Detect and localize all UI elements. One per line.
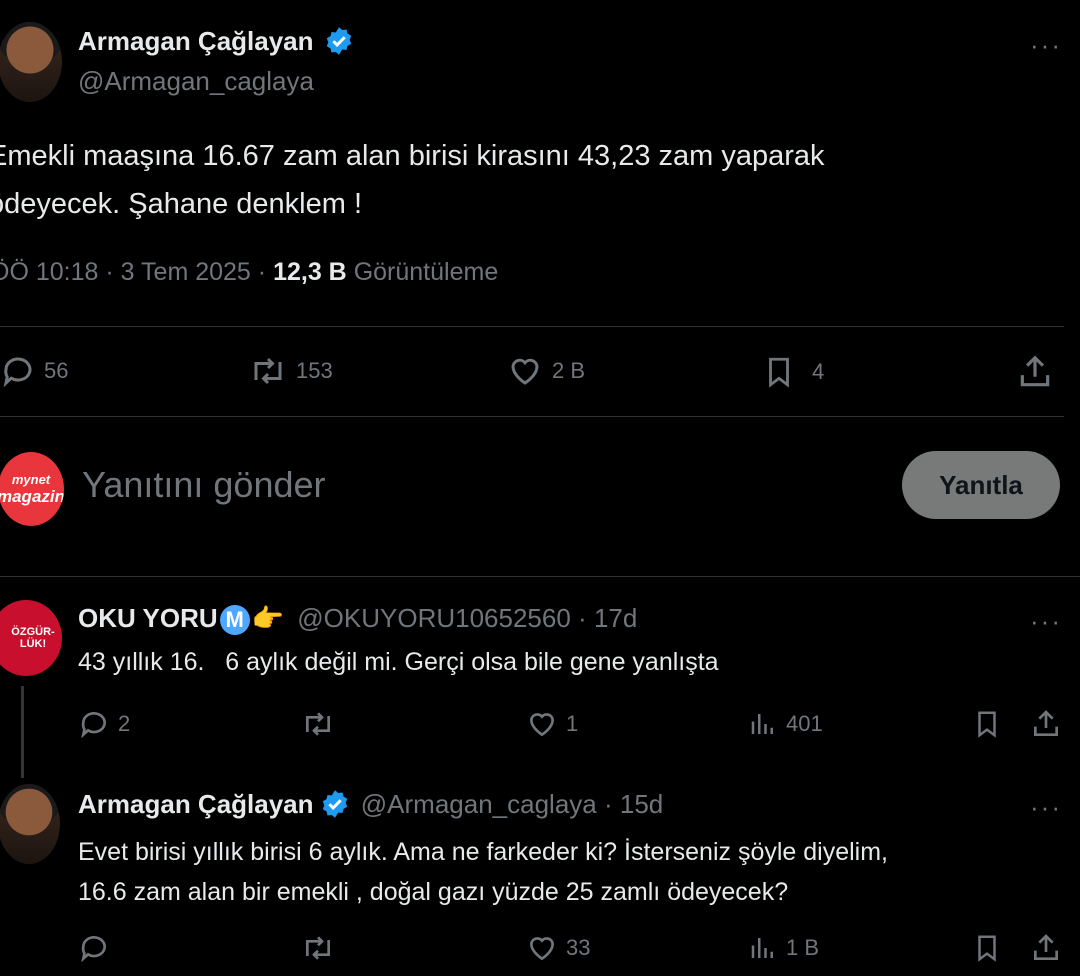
avatar-logo-text: mynet: [11, 471, 51, 487]
reply-header: Armagan Çağlayan @Armagan_caglaya · 15d: [78, 789, 663, 820]
more-options-icon[interactable]: ···: [1030, 606, 1062, 637]
share-icon: [1020, 355, 1050, 387]
views-label: Görüntüleme: [353, 258, 499, 286]
author-name-row: Armagan Çağlayan: [78, 26, 354, 57]
like-action[interactable]: 33: [526, 932, 590, 964]
tweet-text-line: ödeyecek. Şahane denklem !: [0, 188, 363, 220]
share-action[interactable]: [1030, 708, 1062, 740]
share-icon: [1034, 934, 1058, 960]
heart-icon: [511, 358, 539, 385]
reply-header: OKU YORU M 👉 @OKUYORU10652560 · 17d: [78, 603, 637, 635]
divider: [0, 416, 1064, 417]
views-count: 401: [786, 711, 823, 736]
divider: [0, 326, 1064, 327]
like-action[interactable]: 1: [526, 708, 578, 740]
bookmark-icon: [769, 357, 789, 388]
reply-author-name[interactable]: Armagan Çağlayan: [78, 789, 314, 819]
reply-avatar[interactable]: [0, 784, 60, 864]
like-count: 2 B: [552, 358, 586, 383]
reply-text-line: 16.6 zam alan bir emekli , doğal gazı yü…: [78, 878, 789, 906]
avatar-logo-text: magazin: [0, 486, 64, 506]
repost-action[interactable]: [300, 708, 336, 740]
views-action[interactable]: 1 B: [748, 932, 819, 964]
repost-action[interactable]: 153: [248, 353, 333, 389]
reply-age[interactable]: 17d: [594, 603, 637, 633]
reply-handle[interactable]: @Armagan_caglaya: [361, 789, 597, 819]
reply-text: Evet birisi yıllık birisi 6 aylık. Ama n…: [78, 832, 888, 912]
reply-author-name[interactable]: OKU YORU: [78, 603, 218, 633]
reply-icon: [81, 712, 106, 739]
views-action[interactable]: 401: [748, 708, 823, 740]
m-badge-icon: M: [219, 605, 250, 635]
views-count: 12,3 B: [273, 258, 347, 286]
reply-text-line: Evet birisi yıllık birisi 6 aylık. Ama n…: [78, 838, 888, 866]
separator: ·: [105, 258, 114, 286]
bookmark-icon: [978, 935, 996, 962]
repost-icon: [306, 712, 330, 736]
reply-icon: [3, 357, 32, 388]
reply-count: 56: [44, 358, 69, 383]
avatar-logo-text: ÖZGÜR-LÜK!: [11, 626, 55, 650]
bookmark-action[interactable]: [972, 708, 1002, 740]
views-count: 1 B: [786, 935, 820, 960]
repost-icon: [306, 936, 330, 960]
divider: [0, 576, 1080, 577]
heart-icon: [529, 713, 555, 737]
tweet-time[interactable]: ÖÖ 10:18: [0, 258, 98, 286]
author-name[interactable]: Armagan Çağlayan: [78, 26, 314, 56]
tweet-text-line: Emekli maaşına 16.67 zam alan birisi kir…: [0, 140, 825, 172]
author-handle[interactable]: @Armagan_caglaya: [78, 66, 314, 97]
like-count: 33: [566, 935, 591, 960]
like-count: 1: [566, 711, 579, 736]
views-icon: [751, 938, 773, 958]
reply-icon: [81, 936, 106, 963]
reply-text: 43 yıllık 16. 6 aylık değil mi. Gerçi ol…: [78, 648, 719, 676]
separator: ·: [578, 603, 587, 633]
tweet-text: Emekli maaşına 16.67 zam alan birisi kir…: [0, 132, 825, 228]
compose-input[interactable]: Yanıtını gönder: [82, 464, 326, 506]
reply-avatar[interactable]: ÖZGÜR-LÜK!: [0, 600, 62, 676]
reply-button[interactable]: Yanıtla: [902, 451, 1060, 519]
bookmark-action[interactable]: 4: [762, 353, 824, 391]
verified-icon: [322, 790, 347, 818]
tweet-date[interactable]: 3 Tem 2025: [121, 258, 251, 286]
share-icon: [1034, 710, 1058, 736]
heart-icon: [529, 937, 555, 961]
verified-icon: [326, 27, 352, 55]
separator: ·: [603, 789, 613, 819]
reply-action[interactable]: 2: [78, 708, 130, 740]
reply-age[interactable]: 15d: [620, 789, 663, 819]
more-options-icon[interactable]: ···: [1030, 792, 1062, 823]
repost-count: 153: [296, 358, 333, 383]
tweet-meta: ÖÖ 10:18 · 3 Tem 2025 · 12,3 B Görüntüle…: [0, 258, 498, 287]
reply-action[interactable]: [78, 932, 110, 964]
thread-line: [21, 686, 24, 778]
views-icon: [751, 714, 773, 734]
bookmark-action[interactable]: [972, 932, 1002, 964]
more-options-icon[interactable]: ···: [1030, 30, 1062, 61]
bookmark-icon: [978, 711, 996, 738]
share-action[interactable]: [1016, 353, 1054, 391]
repost-action[interactable]: [300, 932, 336, 964]
pointing-hand-icon: 👉: [251, 603, 285, 633]
separator: ·: [257, 258, 267, 286]
author-avatar[interactable]: [0, 22, 62, 102]
reply-count: 2: [118, 711, 131, 736]
bookmark-count: 4: [812, 359, 825, 384]
share-action[interactable]: [1030, 932, 1062, 964]
repost-icon: [254, 357, 282, 385]
reply-handle[interactable]: @OKUYORU10652560: [297, 603, 571, 633]
compose-avatar[interactable]: mynet magazin: [0, 452, 64, 526]
reply-action[interactable]: 56: [0, 353, 68, 389]
like-action[interactable]: 2 B: [506, 353, 585, 389]
